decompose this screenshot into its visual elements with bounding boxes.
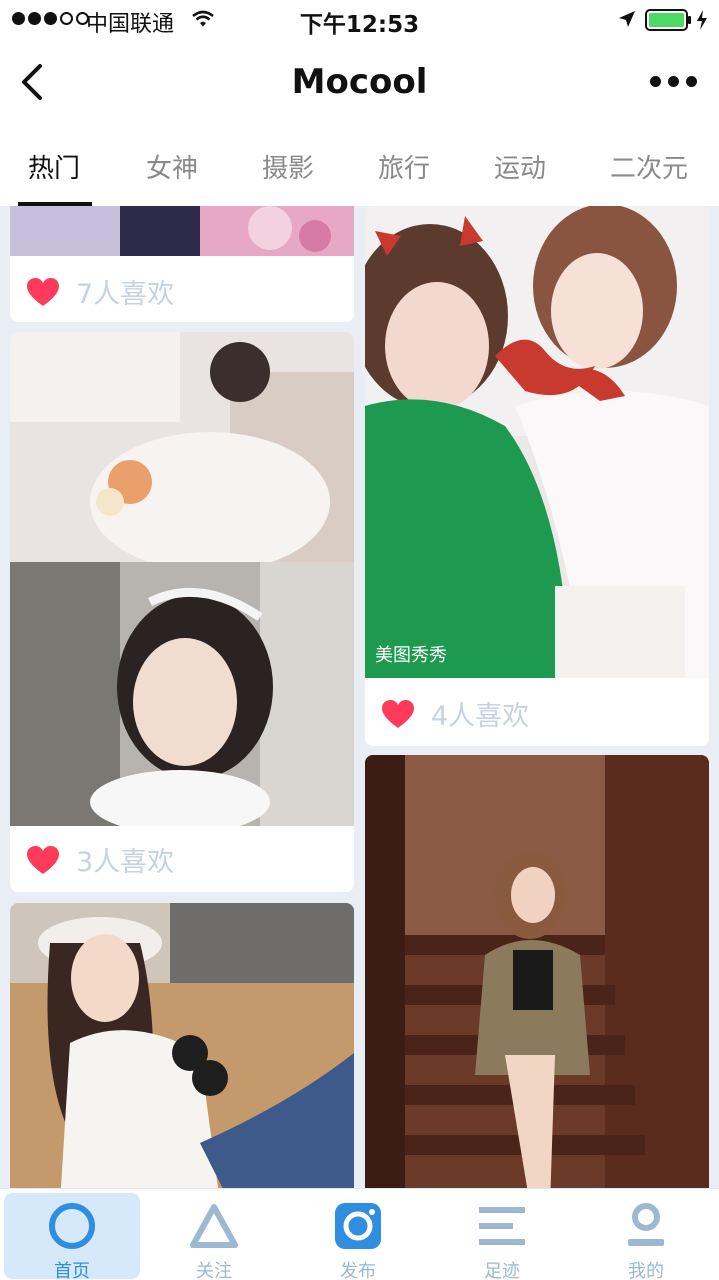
- like-count: 3人喜欢: [76, 847, 175, 878]
- post-photo[interactable]: [365, 755, 709, 1188]
- more-options-icon[interactable]: [650, 76, 697, 87]
- tab-footprint[interactable]: 足迹: [434, 1193, 570, 1280]
- tab-me[interactable]: 我的: [578, 1193, 714, 1280]
- heart-icon[interactable]: [26, 277, 60, 307]
- heart-icon[interactable]: [26, 845, 60, 875]
- tab-publish[interactable]: 发布: [290, 1193, 426, 1280]
- location-arrow-icon: [619, 11, 635, 27]
- heart-icon[interactable]: [381, 699, 415, 729]
- tab-follow[interactable]: 关注: [146, 1193, 282, 1280]
- watermark-text: 美图秀秀: [375, 645, 447, 666]
- triangle-icon: [190, 1204, 238, 1248]
- tab-sports[interactable]: 运动: [494, 148, 546, 185]
- post-card[interactable]: 美图秀秀 4人喜欢: [365, 206, 709, 746]
- post-photo[interactable]: 美图秀秀: [365, 206, 709, 678]
- page-title: Mocool: [291, 62, 428, 102]
- tab-follow-label: 关注: [196, 1261, 232, 1280]
- photo-feed[interactable]: 7人喜欢 3人喜欢 美图秀秀 4人喜欢: [0, 206, 719, 1188]
- home-circle-icon: [49, 1203, 95, 1249]
- lines-icon: [479, 1207, 525, 1245]
- tab-publish-label: 发布: [340, 1261, 376, 1280]
- category-tabs: 热门 女神 摄影 旅行 运动 二次元: [0, 126, 719, 206]
- status-time: 下午12:53: [299, 12, 420, 38]
- nav-bar: Mocool: [0, 40, 719, 126]
- tab-travel[interactable]: 旅行: [378, 148, 430, 185]
- tab-footprint-label: 足迹: [484, 1261, 520, 1280]
- tab-photography[interactable]: 摄影: [262, 148, 314, 185]
- post-card[interactable]: [365, 755, 709, 1188]
- like-row[interactable]: 7人喜欢: [10, 258, 354, 322]
- profile-icon: [628, 1203, 664, 1246]
- tab-goddess[interactable]: 女神: [146, 148, 198, 185]
- tab-anime[interactable]: 二次元: [610, 148, 688, 185]
- like-count: 7人喜欢: [76, 279, 175, 310]
- like-row[interactable]: 4人喜欢: [365, 680, 709, 744]
- battery-icon: [645, 9, 691, 31]
- tab-home[interactable]: 首页: [4, 1193, 140, 1280]
- post-card[interactable]: [10, 903, 354, 1188]
- post-card[interactable]: 7人喜欢: [10, 206, 354, 322]
- status-bar: 中国联通 下午12:53: [0, 0, 719, 40]
- post-photo[interactable]: [10, 206, 354, 256]
- post-photo[interactable]: [10, 332, 354, 826]
- like-count: 4人喜欢: [431, 701, 530, 732]
- post-photo[interactable]: [10, 903, 354, 1188]
- like-row[interactable]: 3人喜欢: [10, 826, 354, 890]
- bottom-tab-bar: 首页 关注 发布 足迹 我的: [0, 1188, 719, 1280]
- charging-bolt-icon: [697, 10, 707, 30]
- tab-home-label: 首页: [54, 1261, 90, 1280]
- tab-hot[interactable]: 热门: [28, 148, 80, 185]
- camera-icon: [335, 1203, 381, 1249]
- post-card[interactable]: 3人喜欢: [10, 332, 354, 892]
- tab-me-label: 我的: [628, 1261, 664, 1280]
